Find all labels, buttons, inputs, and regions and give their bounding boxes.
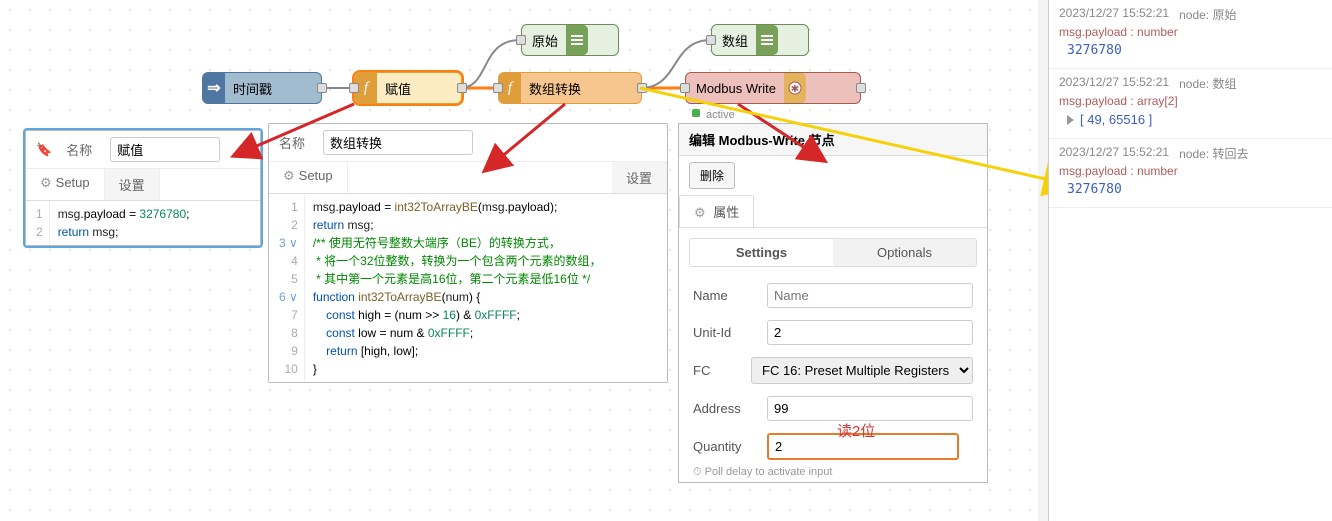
- name-label: 名称: [279, 133, 313, 152]
- polldelay-label: ⏱ Poll delay to activate input: [693, 466, 832, 479]
- function-edit-panel-assign[interactable]: 🔖 名称 ⚙Setup 设置 12 msg.payload = 3276780;…: [25, 130, 261, 246]
- debug-icon: [756, 25, 778, 55]
- function-node-assign[interactable]: f 赋值: [354, 72, 462, 104]
- function-edit-panel-convert[interactable]: 名称 ⚙Setup 设置 123 ∨ 456 ∨ 78910 msg.paylo…: [268, 123, 668, 383]
- canvas-scrollbar[interactable]: [1038, 0, 1048, 521]
- inject-icon[interactable]: ⇒: [203, 73, 225, 103]
- tag-icon: 🔖: [36, 142, 52, 158]
- code-editor[interactable]: msg.payload = 3276780; return msg;: [50, 201, 198, 245]
- debug-node-name: node: 转回去: [1179, 145, 1248, 162]
- tab-setup[interactable]: ⚙Setup: [269, 162, 348, 193]
- name-label: 名称: [66, 140, 100, 159]
- debug-value[interactable]: 3276780: [1059, 182, 1322, 197]
- tab-settings[interactable]: 设置: [612, 162, 667, 193]
- debug-timestamp: 2023/12/27 15:52:21: [1059, 145, 1169, 162]
- modbus-write-node[interactable]: Modbus Write ✱ active: [685, 72, 861, 104]
- delete-button[interactable]: 删除: [689, 162, 735, 189]
- debug-entry[interactable]: 2023/12/27 15:52:21 node: 转回去 msg.payload…: [1049, 139, 1332, 208]
- debug-value[interactable]: [ 49, 65516 ]: [1059, 112, 1322, 128]
- annotation-read2: 读2位: [837, 420, 875, 441]
- debug-type: msg.payload : number: [1059, 164, 1322, 178]
- debug-node-raw[interactable]: 原始: [521, 24, 619, 56]
- debug-node-array[interactable]: 数组: [711, 24, 809, 56]
- debug-entry[interactable]: 2023/12/27 15:52:21 node: 原始 msg.payload …: [1049, 0, 1332, 69]
- unitid-input[interactable]: [767, 320, 973, 345]
- debug-entry[interactable]: 2023/12/27 15:52:21 node: 数组 msg.payload …: [1049, 69, 1332, 139]
- node-label: 时间戳: [233, 79, 272, 98]
- status-dot: [692, 109, 700, 117]
- field-label-unitid: Unit-Id: [693, 325, 757, 340]
- dialog-title: 编辑 Modbus-Write 节点: [679, 124, 987, 156]
- tab-properties[interactable]: ⚙ 属性: [679, 195, 754, 228]
- node-label: 赋值: [385, 79, 411, 98]
- modbus-icon: ✱: [784, 73, 806, 103]
- code-editor[interactable]: msg.payload = int32ToArrayBE(msg.payload…: [305, 194, 610, 382]
- debug-icon: [566, 25, 588, 55]
- tab-bar: ⚙Setup 设置: [269, 161, 667, 193]
- gear-icon: ⚙: [40, 175, 52, 190]
- node-label: 原始: [532, 31, 558, 50]
- modbus-edit-dialog[interactable]: 编辑 Modbus-Write 节点 删除 ⚙ 属性 Settings Opti…: [678, 123, 988, 483]
- debug-type: msg.payload : number: [1059, 25, 1322, 39]
- debug-type: msg.payload : array[2]: [1059, 94, 1322, 108]
- field-label-quantity: Quantity: [693, 439, 757, 454]
- inject-node[interactable]: ⇒ 时间戳: [202, 72, 322, 104]
- tab-bar: ⚙Setup 设置: [26, 168, 260, 200]
- gear-icon: ⚙: [283, 168, 295, 183]
- address-input[interactable]: [767, 396, 973, 421]
- svg-text:✱: ✱: [791, 84, 799, 95]
- debug-sidebar[interactable]: 2023/12/27 15:52:21 node: 原始 msg.payload …: [1048, 0, 1332, 521]
- debug-node-name: node: 数组: [1179, 75, 1236, 92]
- name-input[interactable]: [323, 130, 473, 155]
- fc-select[interactable]: FC 16: Preset Multiple Registers: [751, 357, 973, 384]
- node-label: 数组转换: [529, 79, 581, 98]
- field-label-name: Name: [693, 288, 757, 303]
- status-label: active: [706, 109, 735, 121]
- name-input[interactable]: [767, 283, 973, 308]
- tab-setup[interactable]: ⚙Setup: [26, 169, 105, 200]
- node-label: Modbus Write: [696, 81, 776, 96]
- subtab-optionals[interactable]: Optionals: [833, 239, 976, 266]
- gear-icon: ⚙: [694, 205, 706, 220]
- function-node-convert[interactable]: f 数组转换: [498, 72, 642, 104]
- debug-node-name: node: 原始: [1179, 6, 1236, 23]
- subtab-settings[interactable]: Settings: [690, 239, 833, 266]
- expand-icon[interactable]: [1067, 115, 1074, 125]
- debug-timestamp: 2023/12/27 15:52:21: [1059, 75, 1169, 92]
- tab-settings[interactable]: 设置: [105, 169, 160, 200]
- debug-value[interactable]: 3276780: [1059, 43, 1322, 58]
- debug-timestamp: 2023/12/27 15:52:21: [1059, 6, 1169, 23]
- field-label-address: Address: [693, 401, 757, 416]
- field-label-fc: FC: [693, 363, 741, 378]
- name-input[interactable]: [110, 137, 220, 162]
- node-label: 数组: [722, 31, 748, 50]
